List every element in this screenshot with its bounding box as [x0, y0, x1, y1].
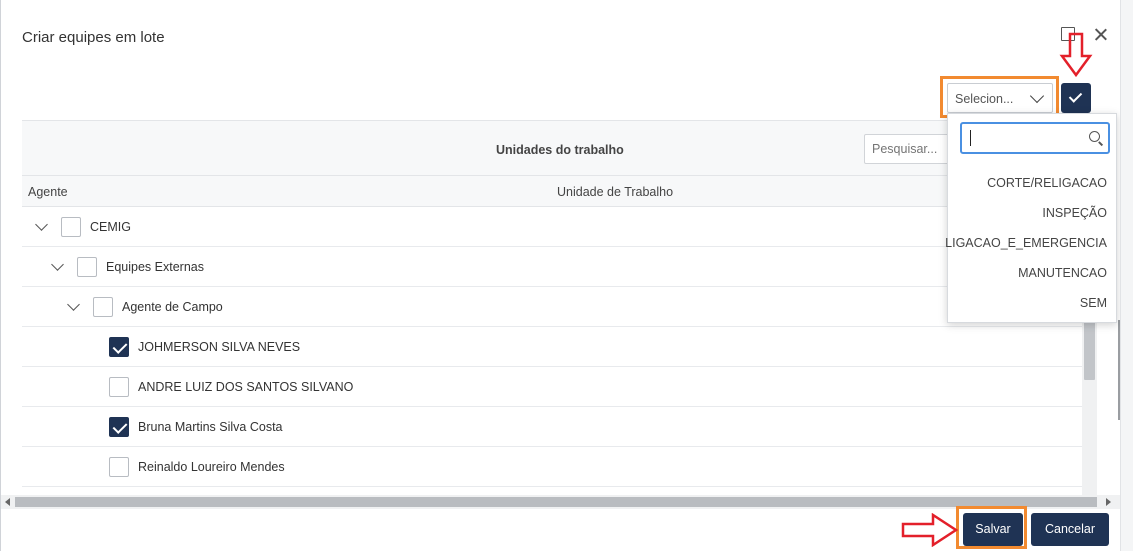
table-row: Equipes Externas: [22, 247, 1082, 287]
row-checkbox[interactable]: [109, 457, 129, 477]
background-strip: [1120, 0, 1133, 551]
chevron-down-icon[interactable]: [67, 298, 80, 311]
chevron-down-icon[interactable]: [51, 258, 64, 271]
apply-button[interactable]: [1061, 83, 1091, 113]
table-row: JOHMERSON SILVA NEVES: [22, 327, 1082, 367]
row-label: Agente de Campo: [122, 300, 223, 314]
row-label: Bruna Martins Silva Costa: [138, 420, 283, 434]
grid-vertical-scrollbar[interactable]: [1082, 320, 1097, 496]
row-checkbox[interactable]: [109, 417, 129, 437]
row-label: ANDRE LUIZ DOS SANTOS SILVANO: [138, 380, 354, 394]
row-checkbox[interactable]: [77, 257, 97, 277]
dropdown-search-input[interactable]: [960, 122, 1110, 154]
chevron-down-icon[interactable]: [35, 218, 48, 231]
row-label: Reinaldo Loureiro Mendes: [138, 460, 285, 474]
table-row: Reinaldo Loureiro Mendes: [22, 447, 1082, 487]
select-highlight: [940, 76, 1059, 118]
dropdown-option[interactable]: SEM: [1080, 296, 1107, 310]
row-checkbox[interactable]: [61, 217, 81, 237]
scroll-right-icon[interactable]: [1106, 498, 1111, 506]
table-row: ANDRE LUIZ DOS SANTOS SILVANO: [22, 367, 1082, 407]
cancel-button[interactable]: Cancelar: [1031, 513, 1109, 546]
dropdown-option[interactable]: MANUTENCAO: [1018, 266, 1107, 280]
save-highlight: [956, 506, 1027, 549]
down-arrow-icon: [1059, 32, 1093, 78]
table-row: Agente de Campo: [22, 287, 1082, 327]
batch-teams-dialog: Criar equipes em lote Selecion... Unidad…: [0, 0, 1121, 551]
grid-horizontal-scrollbar[interactable]: [1, 495, 1121, 509]
check-icon: [1068, 89, 1083, 103]
row-label: Equipes Externas: [106, 260, 204, 274]
grid-toolbar-title: Unidades do trabalho: [496, 143, 624, 157]
table-row: CEMIG: [22, 207, 1082, 247]
column-header-agente[interactable]: Agente: [28, 185, 68, 199]
grid-column-header: Agente Unidade de Trabalho: [22, 176, 1100, 207]
right-arrow-icon: [901, 513, 959, 547]
dialog-title: Criar equipes em lote: [22, 29, 165, 46]
scrollbar-thumb[interactable]: [1084, 320, 1095, 380]
scrollbar-thumb[interactable]: [15, 497, 1097, 507]
grid-search-input[interactable]: [864, 134, 954, 164]
row-label: JOHMERSON SILVA NEVES: [138, 340, 301, 354]
column-header-unidade[interactable]: Unidade de Trabalho: [557, 185, 673, 199]
dropdown-option[interactable]: INSPEÇÃO: [1042, 206, 1107, 220]
work-units-grid: Unidades do trabalho Agente Unidade de T…: [22, 120, 1100, 496]
row-checkbox[interactable]: [109, 377, 129, 397]
work-unit-dropdown: CORTE/RELIGACAO INSPEÇÃO LIGACAO_E_EMERG…: [945, 113, 1117, 323]
row-checkbox[interactable]: [93, 297, 113, 317]
text-cursor: [970, 130, 971, 146]
row-label: CEMIG: [90, 220, 131, 234]
dropdown-option[interactable]: CORTE/RELIGACAO: [987, 176, 1107, 190]
dropdown-option[interactable]: LIGACAO_E_EMERGENCIA: [945, 236, 1107, 250]
scroll-left-icon[interactable]: [5, 498, 10, 506]
row-checkbox[interactable]: [109, 337, 129, 357]
search-icon: [1089, 131, 1100, 142]
table-row: Bruna Martins Silva Costa: [22, 407, 1082, 447]
grid-toolbar: Unidades do trabalho: [22, 120, 1100, 176]
close-icon[interactable]: [1091, 25, 1111, 45]
